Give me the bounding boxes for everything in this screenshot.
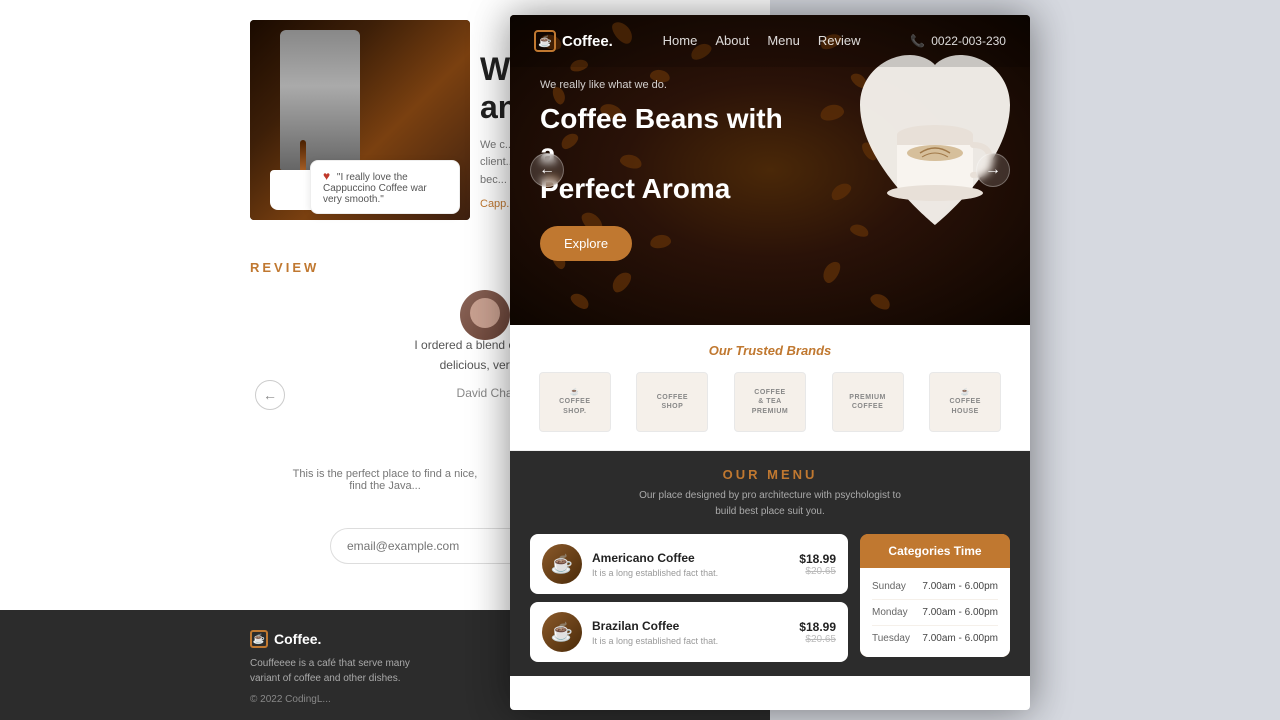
coffee-bean-18 (818, 102, 845, 123)
category-row-monday: Monday 7.00am - 6.00pm (872, 600, 998, 626)
menu-item-brazilan-info: Brazilan Coffee It is a long established… (592, 619, 789, 646)
menu-item-brazilan: ☕ Brazilan Coffee It is a long establish… (530, 602, 848, 662)
menu-item-brazilan-price: $18.99 (799, 620, 836, 634)
nav-brand: ☕ Coffee. (534, 30, 613, 52)
testimonial-text: "I really love the Cappuccino Coffee war… (323, 172, 427, 205)
brands-title: Our Trusted Brands (530, 343, 1010, 358)
bg-reviewer-avatar (460, 290, 510, 340)
hero-section: We really like what we do. Coffee Beans … (510, 15, 1030, 325)
coffee-logo-icon: ☕ (250, 630, 268, 648)
brand-logo-icon-4: PremiumCOFFEE (849, 393, 886, 411)
menu-title: OUR MENU (530, 467, 1010, 482)
menu-description: Our place designed by pro architecture w… (530, 488, 1010, 520)
categories-column: Categories Time Sunday 7.00am - 6.00pm M… (860, 534, 1010, 662)
menu-item-americano-info: Americano Coffee It is a long establishe… (592, 551, 789, 578)
category-time-sunday: 7.00am - 6.00pm (922, 581, 998, 592)
nav-about[interactable]: About (715, 33, 749, 48)
bg-nav-prev[interactable]: ← (255, 380, 285, 410)
brazilan-icon: ☕ (551, 622, 573, 643)
nav-phone: 📞 0022-003-230 (910, 34, 1006, 48)
brand-logo-2: COFFEESHOP (636, 372, 708, 432)
americano-icon: ☕ (551, 554, 573, 575)
menu-item-brazilan-price-col: $18.99 $20.65 (799, 620, 836, 645)
bg-footer-brand: ☕ Coffee. Couffeeee is a café that serve… (250, 630, 430, 705)
menu-items-list: ☕ Americano Coffee It is a long establis… (530, 534, 848, 662)
nav-brand-name: Coffee. (562, 33, 613, 50)
menu-item-brazilan-name: Brazilan Coffee (592, 619, 789, 633)
nav-review[interactable]: Review (818, 33, 861, 48)
coffee-bean-15 (568, 290, 591, 311)
bg-footer-note: This is the perfect place to find a nice… (250, 468, 520, 492)
menu-item-americano: ☕ Americano Coffee It is a long establis… (530, 534, 848, 594)
navbar: ☕ Coffee. Home About Menu Review 📞 0022-… (510, 15, 1030, 67)
brand-logo-icon-1: ☕COFFEEshop. (559, 388, 590, 415)
menu-item-brazilan-desc: It is a long established fact that. (592, 636, 789, 646)
phone-number: 0022-003-230 (931, 34, 1006, 48)
menu-content: ☕ Americano Coffee It is a long establis… (530, 534, 1010, 662)
nav-home[interactable]: Home (663, 33, 698, 48)
menu-item-brazilan-image: ☕ (542, 612, 582, 652)
nav-links: Home About Menu Review (663, 32, 861, 50)
testimonial-bubble: "I really love the Cappuccino Coffee war… (310, 160, 460, 214)
brand-logo-icon-2: COFFEESHOP (657, 393, 688, 411)
categories-card: Categories Time Sunday 7.00am - 6.00pm M… (860, 534, 1010, 657)
brand-logo-icon-3: COFFEE& TEAPremium (752, 388, 789, 415)
brand-logo-5: ☕COFFEEHOUSE (929, 372, 1001, 432)
coffee-machine-graphic (280, 30, 360, 170)
category-row-tuesday: Tuesday 7.00am - 6.00pm (872, 626, 998, 651)
nav-menu[interactable]: Menu (767, 33, 800, 48)
menu-item-americano-image: ☕ (542, 544, 582, 584)
categories-header: Categories Time (860, 534, 1010, 568)
bg-footer-description: Couffeeee is a café that serve many vari… (250, 656, 430, 686)
hero-prev-button[interactable]: ← (530, 153, 564, 187)
category-time-tuesday: 7.00am - 6.00pm (922, 633, 998, 644)
brand-logo-3: COFFEE& TEAPremium (734, 372, 806, 432)
hero-content: We really like what we do. Coffee Beans … (540, 79, 800, 261)
brand-logo-4: PremiumCOFFEE (832, 372, 904, 432)
coffee-bean-14 (609, 269, 635, 296)
menu-item-americano-oldprice: $20.65 (799, 566, 836, 577)
bg-footer-copyright: © 2022 CodingL... (250, 694, 430, 705)
foreground-page: We really like what we do. Coffee Beans … (510, 15, 1030, 710)
category-time-monday: 7.00am - 6.00pm (922, 607, 998, 618)
hero-tagline: We really like what we do. (540, 79, 800, 91)
brands-row: ☕COFFEEshop. COFFEESHOP COFFEE& TEAPremi… (530, 372, 1010, 432)
coffee-bean-23 (868, 291, 893, 313)
menu-item-americano-price-col: $18.99 $20.65 (799, 552, 836, 577)
menu-item-brazilan-oldprice: $20.65 (799, 634, 836, 645)
menu-section: OUR MENU Our place designed by pro archi… (510, 451, 1030, 676)
coffee-bean-22 (820, 259, 844, 286)
menu-item-americano-price: $18.99 (799, 552, 836, 566)
bg-footer-logo: ☕ Coffee. (250, 630, 430, 648)
category-day-monday: Monday (872, 607, 908, 618)
brand-logo-icon-5: ☕COFFEEHOUSE (949, 388, 980, 415)
brand-logo-1: ☕COFFEEshop. (539, 372, 611, 432)
brands-section: Our Trusted Brands ☕COFFEEshop. COFFEESH… (510, 325, 1030, 451)
nav-logo-icon: ☕ (534, 30, 556, 52)
menu-item-americano-name: Americano Coffee (592, 551, 789, 565)
hero-next-button[interactable]: → (976, 153, 1010, 187)
category-day-tuesday: Tuesday (872, 633, 910, 644)
category-row-sunday: Sunday 7.00am - 6.00pm (872, 574, 998, 600)
hero-title: Coffee Beans with a Perfect Aroma (540, 101, 800, 206)
category-day-sunday: Sunday (872, 581, 906, 592)
phone-icon: 📞 (910, 34, 925, 48)
explore-button[interactable]: Explore (540, 226, 632, 261)
menu-item-americano-desc: It is a long established fact that. (592, 568, 789, 578)
bg-footer-brand-name: Coffee. (274, 631, 321, 647)
categories-body: Sunday 7.00am - 6.00pm Monday 7.00am - 6… (860, 568, 1010, 657)
